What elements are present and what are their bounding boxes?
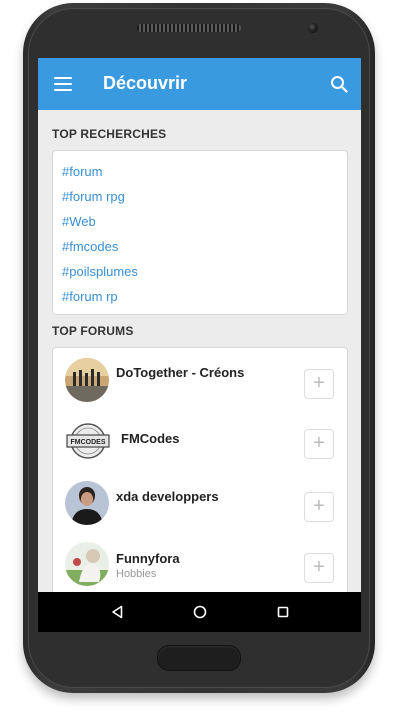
- top-forums-heading: TOP FORUMS: [52, 324, 134, 338]
- hardware-home-button[interactable]: [157, 645, 241, 671]
- app-screen: Découvrir TOP RECHERCHES #forum #forum r…: [38, 58, 361, 632]
- forum-row[interactable]: FMCODES FMCodes +: [53, 411, 347, 471]
- search-tag[interactable]: #poilsplumes: [62, 264, 138, 279]
- system-nav-bar: [38, 592, 361, 632]
- forum-row[interactable]: DoTogether - Créons +: [53, 350, 347, 410]
- top-searches-card: #forum #forum rpg #Web #fmcodes #poilspl…: [52, 150, 348, 315]
- search-icon[interactable]: [330, 75, 348, 93]
- top-forums-card: DoTogether - Créons + FMCODES FMCodes +: [52, 347, 348, 608]
- forum-name: Funnyfora: [116, 551, 180, 566]
- forum-row[interactable]: Funnyfora Hobbies +: [53, 534, 347, 594]
- recents-square-icon[interactable]: [275, 604, 291, 620]
- forum-name: DoTogether - Créons: [116, 365, 245, 380]
- forum-avatar: [65, 542, 109, 586]
- front-camera: [308, 23, 318, 33]
- page-title: Découvrir: [103, 73, 188, 93]
- search-tag[interactable]: #forum rp: [62, 289, 118, 304]
- forum-name: FMCodes: [121, 431, 180, 446]
- speaker-grille: [137, 24, 241, 32]
- app-bar: Découvrir: [38, 58, 361, 110]
- add-forum-button[interactable]: +: [304, 553, 334, 583]
- home-circle-icon[interactable]: [192, 604, 208, 620]
- forum-category: Hobbies: [116, 568, 157, 580]
- forum-avatar: FMCODES: [64, 419, 112, 463]
- search-tag[interactable]: #Web: [62, 214, 96, 229]
- top-searches-heading: TOP RECHERCHES: [52, 127, 167, 141]
- search-tag[interactable]: #forum rpg: [62, 189, 125, 204]
- forum-avatar: [65, 481, 109, 525]
- fmcodes-logo-text: FMCODES: [71, 439, 106, 446]
- add-forum-button[interactable]: +: [304, 492, 334, 522]
- menu-icon[interactable]: [54, 77, 72, 91]
- search-tag[interactable]: #fmcodes: [62, 239, 118, 254]
- add-forum-button[interactable]: +: [304, 429, 334, 459]
- search-tag[interactable]: #forum: [62, 164, 102, 179]
- forum-row[interactable]: xda developpers +: [53, 473, 347, 533]
- forum-avatar: [65, 358, 109, 402]
- back-triangle-icon[interactable]: [110, 604, 126, 620]
- forum-name: xda developpers: [116, 489, 219, 504]
- add-forum-button[interactable]: +: [304, 369, 334, 399]
